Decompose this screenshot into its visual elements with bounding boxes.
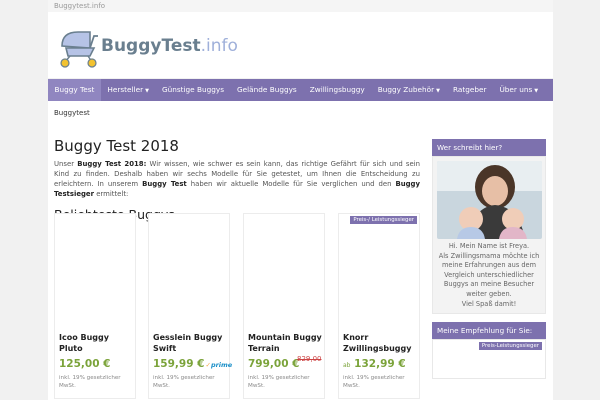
product-image[interactable] (149, 214, 229, 322)
page-content: Buggytest Buggy Test 2018 Unser Buggy Te… (48, 101, 553, 400)
site-header: BuggyTest.info (48, 12, 553, 78)
main-nav: Buggy Test Hersteller ▼ Günstige Buggys G… (48, 79, 553, 101)
nav-item-buggy-test[interactable]: Buggy Test (48, 79, 101, 101)
nav-item-zwillingsbuggy[interactable]: Zwillingsbuggy (303, 79, 371, 101)
product-name[interactable]: Knorr Zwillingsbuggy (343, 332, 419, 354)
prime-icon: ✓prime (205, 361, 233, 369)
caret-down-icon: ▼ (145, 88, 149, 94)
recommendation-box[interactable]: Preis-Leistungssieger (432, 339, 546, 380)
product-name[interactable]: Mountain Buggy Terrain (248, 332, 324, 354)
product-card[interactable]: Mountain Buggy Terrain 799,00 € 829,00 i… (243, 213, 325, 399)
price-value: 799,00 € (248, 358, 300, 370)
recommendation-badge: Preis-Leistungssieger (478, 342, 542, 351)
product-price: ab 132,99 € (343, 358, 406, 370)
product-grid: Icoo Buggy Pluto 125,00 € inkl. 19% gese… (54, 213, 420, 399)
price-prefix: ab (343, 362, 351, 369)
author-photo-image (437, 161, 542, 239)
author-photo (437, 161, 542, 239)
prime-label: prime (210, 361, 233, 369)
nav-label: Zwillingsbuggy (309, 85, 365, 94)
topbar-text: Buggytest.info (54, 2, 106, 10)
author-widget: Hi. Mein Name ist Freya. Als Zwillingsma… (432, 156, 546, 315)
bio-line: Als Zwillingsmama möchte ich meine Erfah… (438, 251, 540, 298)
breadcrumb-label: Buggytest (54, 109, 90, 117)
logo-suffix: .info (200, 36, 238, 56)
nav-item-guenstige-buggys[interactable]: Günstige Buggys (155, 79, 230, 101)
topbar: Buggytest.info (48, 0, 553, 12)
main-column: Buggy Test 2018 Unser Buggy Test 2018: W… (54, 137, 420, 399)
bio-line: Viel Spaß damit! (461, 299, 517, 308)
intro-part: ermittelt: (94, 190, 129, 198)
product-name[interactable]: Icoo Buggy Pluto (59, 332, 135, 354)
product-price: 125,00 € (59, 358, 110, 370)
caret-down-icon: ▼ (436, 88, 440, 94)
site-logo[interactable]: BuggyTest.info (56, 26, 238, 68)
product-card[interactable]: Icoo Buggy Pluto 125,00 € inkl. 19% gese… (54, 213, 136, 399)
logo-text: BuggyTest.info (101, 36, 238, 56)
intro-bold: Buggy Test 2018: (77, 160, 147, 168)
product-card[interactable]: Gesslein Buggy Swift 159,99 €✓prime inkl… (148, 213, 232, 399)
intro-bold: Buggy Test (142, 180, 187, 188)
product-price: 159,99 €✓prime (153, 358, 232, 370)
winner-badge: Preis-/ Leistungssieger (350, 216, 417, 224)
nav-item-ueber-uns[interactable]: Über uns ▼ (493, 79, 545, 101)
breadcrumb[interactable]: Buggytest (54, 109, 90, 117)
nav-label: Buggy Zubehör (377, 85, 435, 94)
tax-note: inkl. 19% gesetzlicher MwSt. (248, 375, 310, 389)
sidebar: Wer schreibt hier? Hi. Mein Name ist Fre… (432, 139, 546, 380)
price-value: 125,00 € (59, 358, 111, 370)
tax-note: inkl. 19% gesetzlicher MwSt. (59, 375, 121, 389)
widget-title-author: Wer schreibt hier? (432, 139, 546, 156)
price-value: 132,99 € (354, 358, 406, 370)
old-price: 829,00 (297, 355, 322, 363)
page-title: Buggy Test 2018 (54, 137, 179, 155)
nav-label: Günstige Buggys (161, 85, 225, 94)
intro-text: Unser Buggy Test 2018: Wir wissen, wie s… (54, 159, 420, 199)
price-value: 159,99 € (153, 358, 205, 370)
caret-down-icon: ▼ (534, 88, 539, 94)
buggy-logo-icon (60, 31, 98, 68)
intro-part: Unser (54, 160, 78, 168)
product-card[interactable]: Preis-/ Leistungssieger Knorr Zwillingsb… (338, 213, 420, 399)
nav-item-buggy-zubehoer[interactable]: Buggy Zubehör ▼ (371, 79, 446, 101)
product-name[interactable]: Gesslein Buggy Swift (153, 332, 229, 354)
logo-main: BuggyTest (101, 36, 201, 56)
bio-line: Hi. Mein Name ist Freya. (448, 242, 530, 250)
nav-item-gelaende-buggys[interactable]: Gelände Buggys (231, 79, 304, 101)
widget-title-recommendation: Meine Empfehlung für Sie: (432, 322, 546, 340)
nav-label: Hersteller (107, 85, 144, 94)
tax-note: inkl. 19% gesetzlicher MwSt. (343, 375, 405, 389)
nav-item-hersteller[interactable]: Hersteller ▼ (101, 79, 156, 101)
product-image[interactable] (55, 214, 135, 322)
nav-label: Buggy Test (54, 85, 95, 94)
product-price: 799,00 € (248, 358, 299, 370)
recommendation-widget: Meine Empfehlung für Sie: Preis-Leistung… (432, 322, 546, 380)
author-bio: Hi. Mein Name ist Freya. Als Zwillingsma… (437, 242, 541, 309)
product-image[interactable] (244, 214, 324, 322)
nav-item-ratgeber[interactable]: Ratgeber (446, 79, 492, 101)
nav-label: Über uns (499, 85, 533, 94)
product-image[interactable] (339, 214, 419, 322)
nav-label: Gelände Buggys (237, 85, 297, 94)
tax-note: inkl. 19% gesetzlicher MwSt. (153, 375, 215, 389)
intro-part: haben wir aktuelle Modelle für Sie vergl… (186, 180, 396, 188)
nav-label: Ratgeber (452, 85, 487, 94)
